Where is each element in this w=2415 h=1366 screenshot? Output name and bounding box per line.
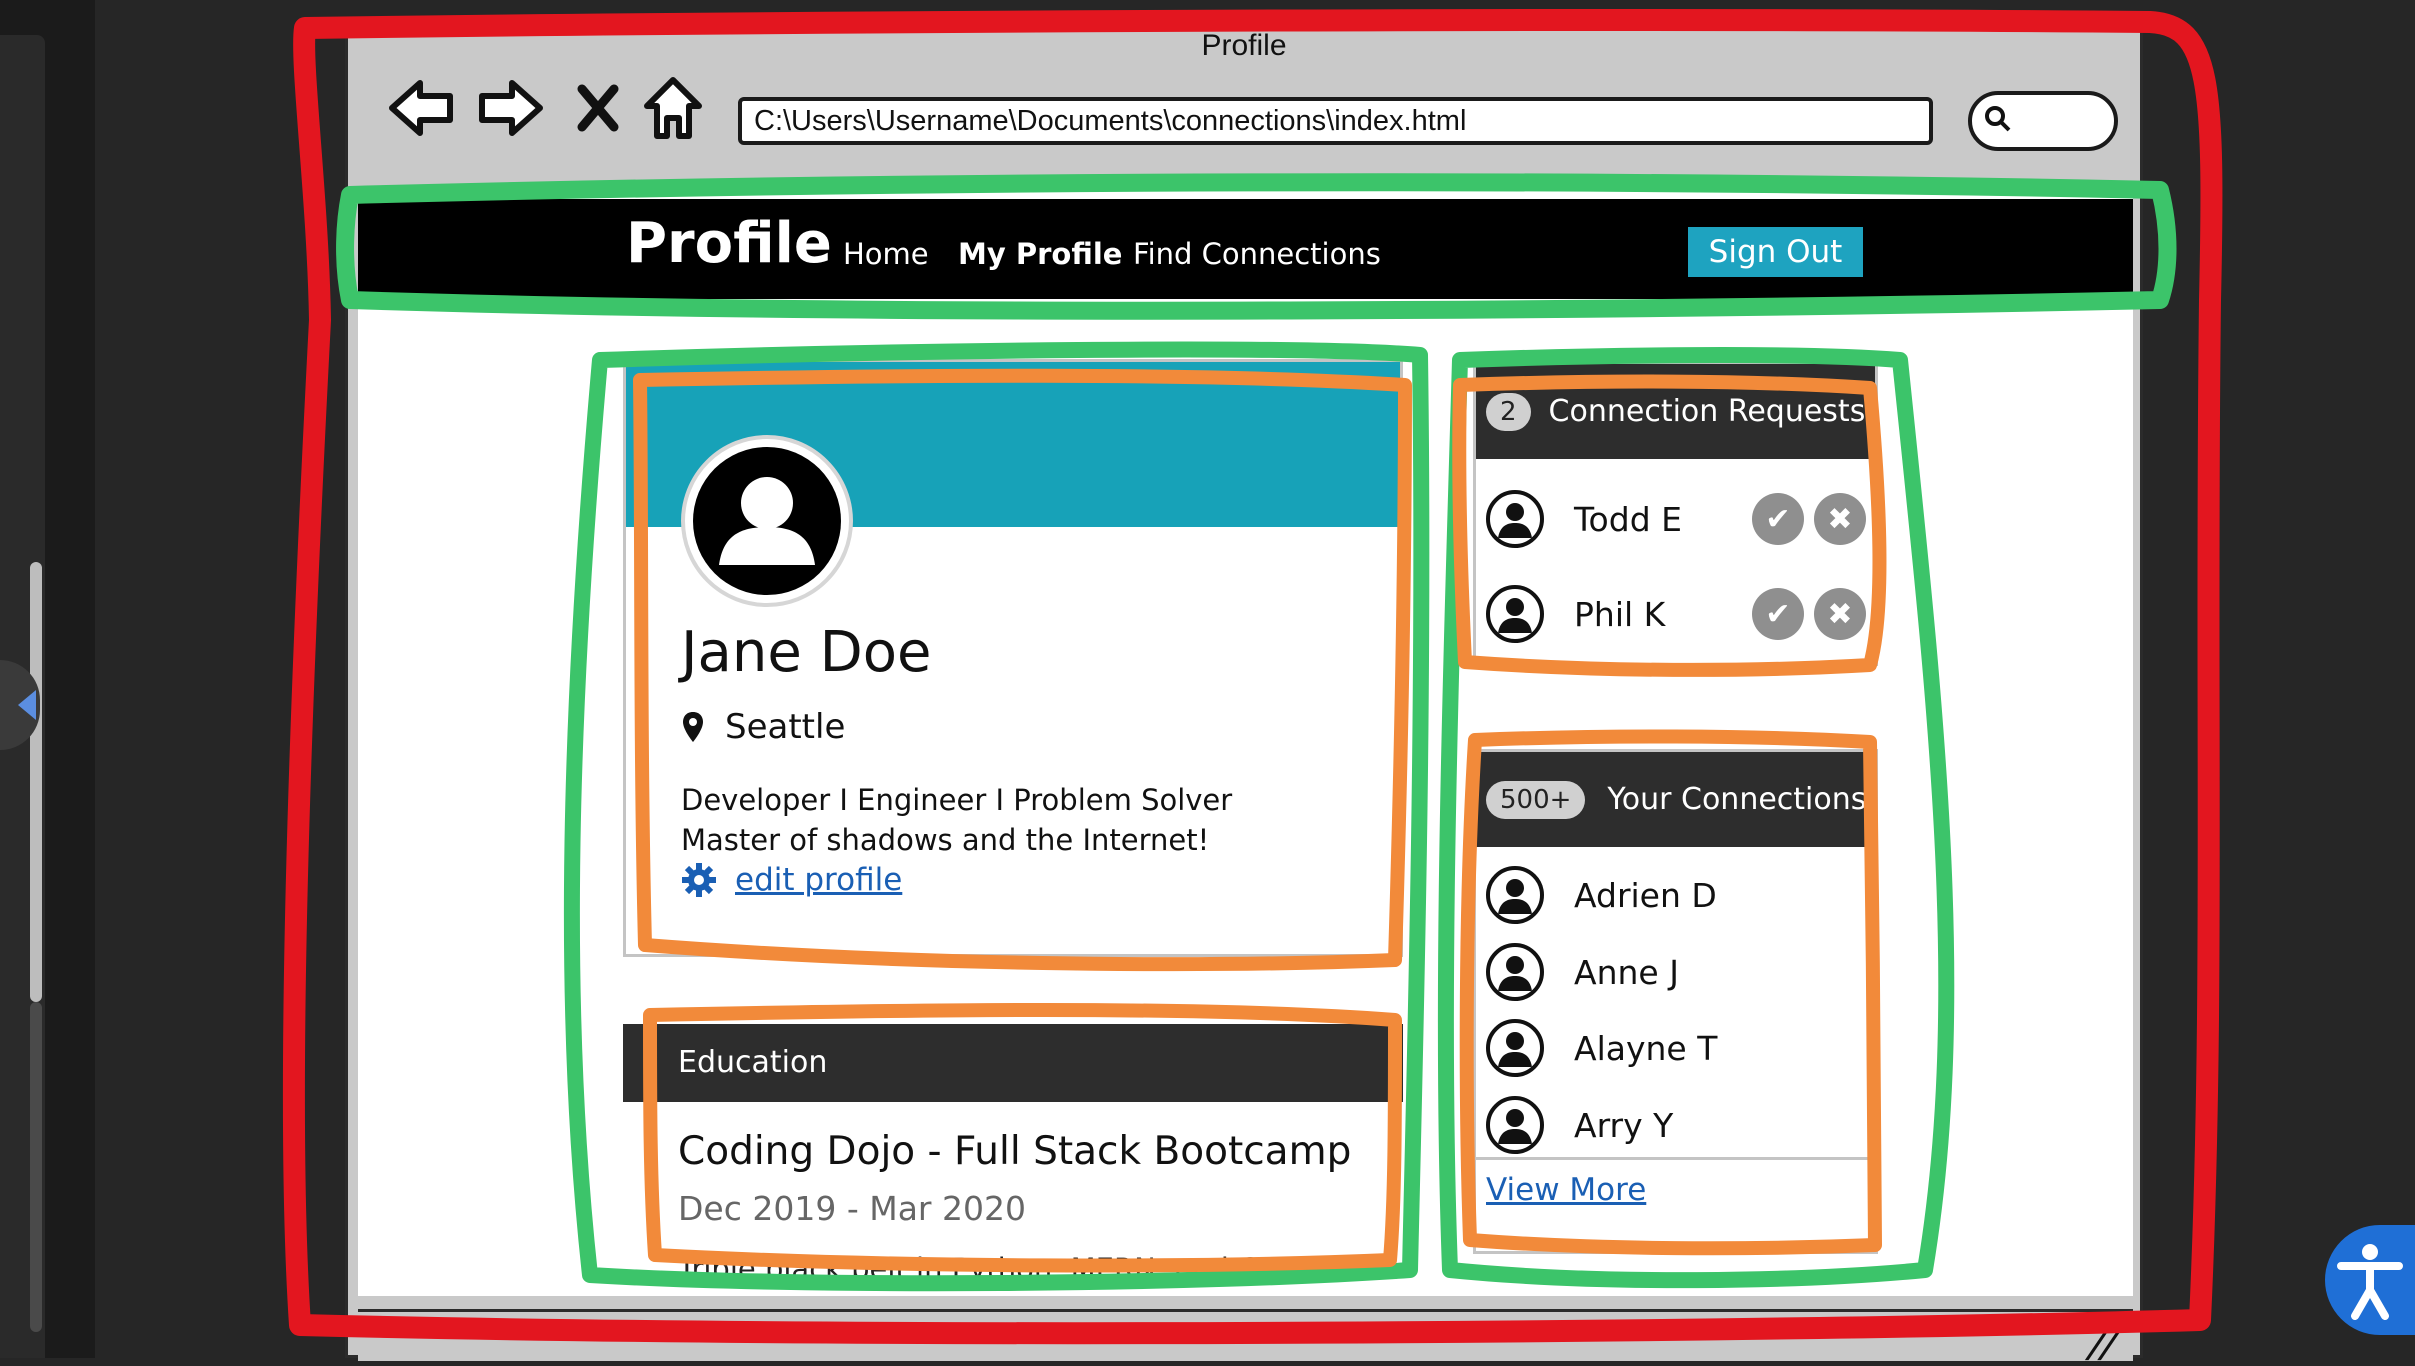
profile-name: Jane Doe (681, 620, 932, 685)
connection-requests-header: 2 Connection Requests (1476, 364, 1875, 459)
top-navbar: Profile Home My Profile Find Connections… (358, 199, 2133, 299)
view-more-link[interactable]: View More (1486, 1172, 1646, 1208)
back-arrow-icon[interactable] (386, 73, 456, 143)
accessibility-icon (2337, 1244, 2403, 1320)
education-dates: Dec 2019 - Mar 2020 (678, 1189, 1026, 1228)
requests-count-badge: 2 (1486, 392, 1531, 431)
connection-name: Anne J (1574, 952, 1679, 992)
profile-avatar (681, 435, 853, 607)
education-card: Education Coding Dojo - Full Stack Bootc… (623, 1024, 1403, 1296)
request-name: Todd E (1574, 499, 1682, 539)
user-avatar-icon (1486, 1019, 1544, 1077)
decline-x-icon[interactable]: ✖ (1814, 493, 1866, 545)
host-left-panel (0, 0, 95, 1358)
search-icon (1985, 106, 2011, 132)
edit-profile-label[interactable]: edit profile (735, 862, 902, 898)
forward-arrow-icon[interactable] (476, 73, 546, 143)
location-text: Seattle (725, 707, 846, 747)
nav-link-my-profile[interactable]: My Profile (958, 237, 1122, 271)
home-icon[interactable] (638, 73, 708, 143)
your-connections-title: Your Connections (1607, 782, 1867, 817)
nav-link-find-connections[interactable]: Find Connections (1133, 237, 1381, 271)
collapse-arrow-icon (18, 690, 36, 720)
connection-name: Arry Y (1574, 1105, 1674, 1145)
resize-grip-icon[interactable]: // (2083, 1326, 2122, 1366)
bio-line: Developer I Engineer I Problem Solver (681, 783, 1233, 817)
education-description: Triple black belt in Python, MERN, and C… (678, 1252, 1311, 1286)
gear-icon (682, 863, 716, 897)
user-avatar-icon (1486, 943, 1544, 1001)
request-name: Phil K (1574, 594, 1666, 634)
connection-row[interactable]: Adrien D (1486, 860, 1866, 930)
accessibility-button[interactable] (2325, 1225, 2415, 1335)
address-bar[interactable]: C:\Users\Username\Documents\connections\… (738, 97, 1933, 145)
status-bar: // (358, 1309, 2133, 1366)
connection-name: Adrien D (1574, 875, 1717, 915)
connection-requests-title: Connection Requests (1548, 394, 1866, 429)
accept-check-icon[interactable]: ✔ (1752, 588, 1804, 640)
edit-profile-link[interactable]: edit profile (681, 862, 902, 898)
navbar-brand[interactable]: Profile (626, 211, 832, 276)
connection-row[interactable]: Alayne T (1486, 1013, 1866, 1083)
profile-bio: Developer I Engineer I Problem Solver Ma… (681, 780, 1232, 860)
connection-row[interactable]: Arry Y (1486, 1090, 1866, 1160)
browser-window: Profile C:\Users\Username\Documents\conn… (345, 18, 2143, 1366)
user-avatar-icon (1486, 585, 1544, 643)
close-x-icon[interactable] (563, 73, 633, 143)
window-title: Profile (1201, 29, 1287, 62)
bio-line: Master of shadows and the Internet! (681, 823, 1210, 857)
user-avatar-icon (1486, 490, 1544, 548)
profile-location: Seattle (681, 707, 845, 747)
nav-link-home[interactable]: Home (843, 237, 929, 271)
request-row: Phil K ✔ ✖ (1486, 579, 1866, 649)
education-header: Education (623, 1024, 1403, 1102)
user-avatar-icon (1486, 1096, 1544, 1154)
education-title: Coding Dojo - Full Stack Bootcamp (678, 1129, 1352, 1174)
sign-out-button[interactable]: Sign Out (1688, 227, 1863, 277)
divider (1476, 1157, 1875, 1160)
host-scrollbar-track[interactable] (30, 1002, 42, 1332)
profile-card: Jane Doe Seattle Developer I Engineer I … (623, 359, 1403, 957)
browser-search-field[interactable] (1968, 91, 2118, 151)
connection-row[interactable]: Anne J (1486, 937, 1866, 1007)
connection-requests-card: 2 Connection Requests Todd E ✔ ✖ Phil K … (1473, 361, 1878, 666)
host-scrollbar-thumb[interactable] (30, 562, 42, 1002)
user-avatar-icon (693, 447, 841, 595)
connections-count-badge: 500+ (1486, 780, 1586, 819)
your-connections-card: 500+ Your Connections Adrien D Anne J Al… (1473, 749, 1878, 1254)
page-viewport: Profile Home My Profile Find Connections… (358, 189, 2133, 1296)
your-connections-header: 500+ Your Connections (1476, 752, 1875, 847)
decline-x-icon[interactable]: ✖ (1814, 588, 1866, 640)
map-pin-icon (683, 712, 703, 742)
connection-name: Alayne T (1574, 1028, 1718, 1068)
user-avatar-icon (1486, 866, 1544, 924)
request-row: Todd E ✔ ✖ (1486, 484, 1866, 554)
accept-check-icon[interactable]: ✔ (1752, 493, 1804, 545)
